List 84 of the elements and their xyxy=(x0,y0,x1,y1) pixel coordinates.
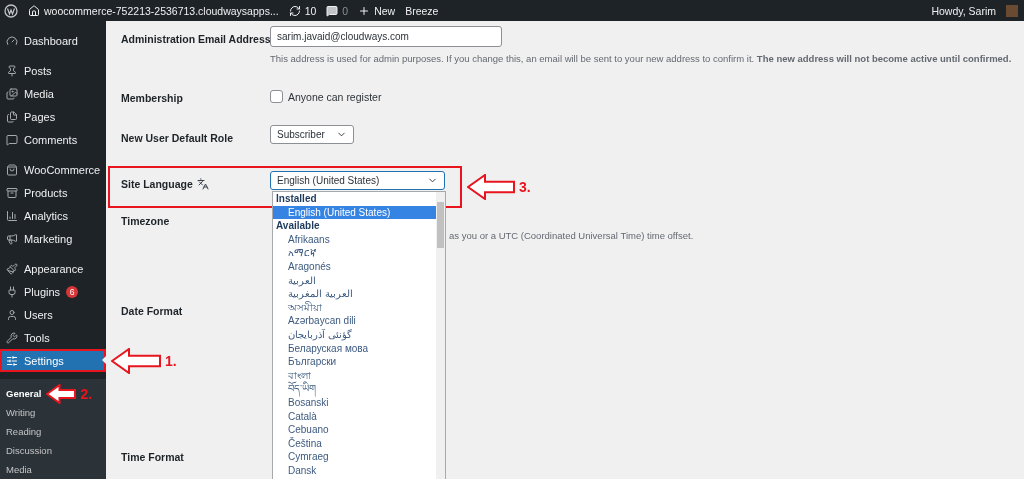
avatar-placeholder[interactable] xyxy=(1006,4,1018,17)
language-option[interactable]: Aragonés xyxy=(273,259,436,274)
sidebar-item[interactable]: WooCommerce xyxy=(0,158,106,181)
plug-icon xyxy=(6,285,18,298)
language-option[interactable]: አማርኛ xyxy=(273,246,436,260)
language-option[interactable]: Cymraeg xyxy=(273,450,436,464)
field-description: as you or a UTC (Coordinated Universal Time) time offset. xyxy=(449,230,695,241)
wrench-icon xyxy=(6,331,18,344)
callout-arrow-icon xyxy=(467,174,515,200)
sidebar-item[interactable]: Dashboard xyxy=(0,29,106,52)
site-name-link[interactable]: woocommerce-752213-2536713.cloudwaysapps... xyxy=(28,4,279,17)
option-group-heading: Installed xyxy=(275,192,318,206)
comment-icon xyxy=(326,4,339,17)
plus-icon xyxy=(358,4,371,17)
updates-link[interactable]: 10 xyxy=(288,4,317,17)
gauge-icon xyxy=(6,34,18,47)
callout-arrow-icon xyxy=(111,347,161,374)
logo-icon[interactable] xyxy=(4,3,18,18)
new-link[interactable]: New xyxy=(358,4,396,17)
pin-icon xyxy=(6,64,18,77)
comments-link[interactable]: 0 xyxy=(326,4,349,17)
bag-icon xyxy=(6,163,18,176)
language-option[interactable]: العربية xyxy=(273,273,436,288)
bar-chart-icon xyxy=(6,209,18,222)
home-icon xyxy=(28,4,40,17)
language-option[interactable]: Беларуская мова xyxy=(273,341,436,356)
field-description: This address is used for admin purposes. If you change this, an email will be sent to your new address to confirm it. The new address will not become active until confirmed. xyxy=(270,53,1013,64)
submenu-item[interactable]: Writing xyxy=(0,403,36,422)
step-number: 2. xyxy=(80,385,93,402)
submenu-item[interactable]: Reading xyxy=(0,422,42,441)
count-badge: 6 xyxy=(66,285,79,298)
field-label: Administration Email Address xyxy=(121,33,271,45)
pages-icon xyxy=(6,110,18,123)
step-number: 1. xyxy=(165,352,177,369)
sidebar-item[interactable]: Media xyxy=(0,82,106,105)
sidebar-item[interactable]: Marketing xyxy=(0,227,106,250)
sidebar-item[interactable]: Analytics xyxy=(0,204,106,227)
sliders-icon xyxy=(6,354,18,367)
plugin-link[interactable]: Breeze xyxy=(405,4,439,17)
field-label: New User Default Role xyxy=(121,132,234,144)
checkbox[interactable] xyxy=(270,90,283,103)
sidebar-item[interactable]: Appearance xyxy=(0,257,106,280)
role-select[interactable]: Subscriber xyxy=(270,125,354,144)
language-option[interactable]: অসমীয়া xyxy=(273,300,436,315)
step-number: 3. xyxy=(519,179,531,195)
field-label: Site Language xyxy=(121,178,193,190)
images-icon xyxy=(6,87,18,100)
language-option[interactable]: العربية المغربية xyxy=(273,287,436,301)
language-option[interactable]: Azərbaycan dili xyxy=(273,314,436,328)
language-option[interactable]: English (United States) xyxy=(273,205,436,220)
refresh-icon xyxy=(288,4,301,17)
language-option[interactable]: Čeština xyxy=(273,436,436,451)
translate-icon xyxy=(196,178,209,190)
submenu-item[interactable]: Media xyxy=(0,460,32,479)
option-group-heading: Available xyxy=(275,219,321,233)
field-label: Membership xyxy=(121,92,183,104)
current-pointer-icon xyxy=(102,356,106,364)
paintbrush-icon xyxy=(6,262,18,275)
sidebar-item[interactable]: Tools xyxy=(0,326,106,349)
field-label: Timezone xyxy=(121,215,170,227)
checkbox-label: Anyone can register xyxy=(288,90,382,103)
sidebar-item[interactable]: Users xyxy=(0,303,106,326)
email-field[interactable]: sarim.javaid@cloudways.com xyxy=(270,26,502,47)
language-option[interactable]: Afrikaans xyxy=(273,232,436,247)
field-label: Time Format xyxy=(121,451,184,463)
submenu-item[interactable]: Discussion xyxy=(0,441,52,460)
sidebar-item[interactable]: Posts xyxy=(0,59,106,82)
archive-icon xyxy=(6,186,18,199)
language-option[interactable]: Dansk xyxy=(273,463,436,478)
comment-icon xyxy=(6,133,18,146)
sidebar-item[interactable]: Pages xyxy=(0,105,106,128)
sidebar-item[interactable]: Comments xyxy=(0,128,106,151)
language-option[interactable]: Български xyxy=(273,355,436,369)
user-icon xyxy=(6,308,18,321)
scrollbar[interactable] xyxy=(436,192,445,479)
field-label: Date Format xyxy=(121,305,183,317)
language-option[interactable]: گؤنئی آذربایجان xyxy=(273,327,436,342)
greeting-link[interactable]: Howdy, Sarim xyxy=(931,4,996,17)
sidebar-item[interactable]: Plugins 6 xyxy=(0,280,106,303)
language-option[interactable]: Cebuano xyxy=(273,423,436,437)
callout-arrow-icon xyxy=(46,383,77,404)
language-option[interactable]: Català xyxy=(273,409,436,424)
sidebar-item[interactable]: Products xyxy=(0,181,106,204)
megaphone-icon xyxy=(6,232,18,245)
